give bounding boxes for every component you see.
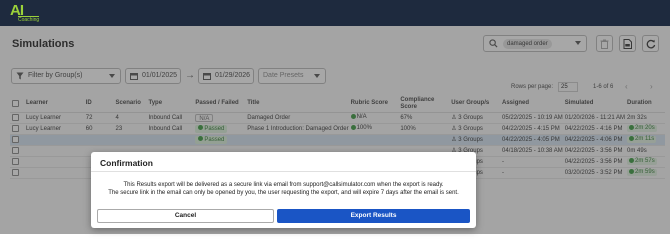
cancel-button[interactable]: Cancel [97, 209, 274, 223]
logo[interactable]: AI Coaching [8, 2, 46, 24]
dialog-title: Confirmation [100, 158, 153, 168]
dialog-message: This Results export will be delivered as… [91, 181, 476, 197]
top-bar: AI Coaching [0, 0, 670, 26]
export-results-button[interactable]: Export Results [277, 209, 470, 223]
dialog-divider [91, 171, 476, 172]
dialog-message-line-1: This Results export will be delivered as… [123, 182, 444, 188]
dialog-message-line-2: The secure link in the email can only be… [108, 190, 459, 196]
confirmation-dialog: Confirmation This Results export will be… [91, 152, 476, 228]
logo-subtext: Coaching [18, 16, 40, 23]
